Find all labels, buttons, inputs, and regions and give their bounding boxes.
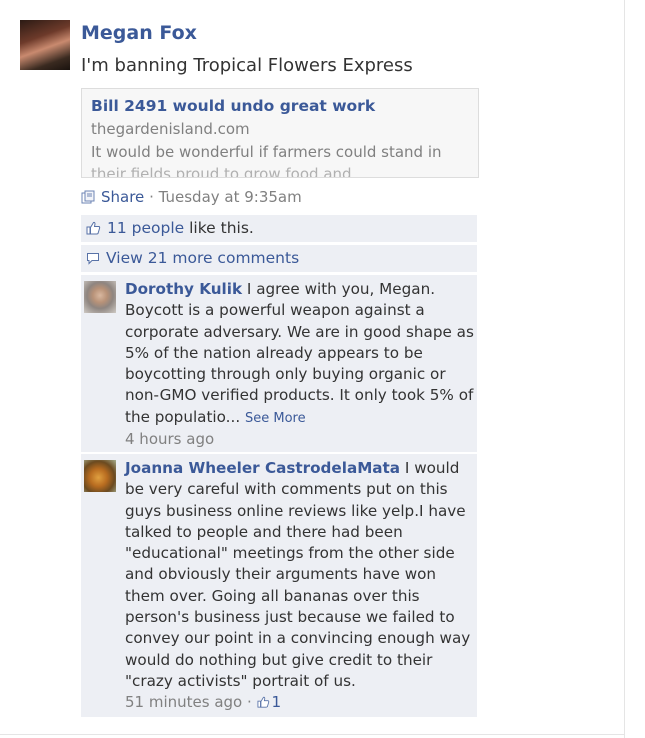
- author-avatar[interactable]: [20, 20, 70, 70]
- view-more-comments-link[interactable]: View 21 more comments: [106, 249, 299, 267]
- link-title[interactable]: Bill 2491 would undo great work: [91, 97, 375, 115]
- like-count-number[interactable]: 1: [272, 693, 282, 711]
- comment-text: I agree with you, Megan. Boycott is a po…: [125, 280, 474, 426]
- link-description: It would be wonderful if farmers could s…: [91, 143, 442, 161]
- meta-separator: ·: [242, 693, 257, 712]
- share-link[interactable]: Share: [101, 188, 144, 206]
- comment-body: Joanna Wheeler CastrodelaMata I would be…: [125, 458, 475, 714]
- commenter-name[interactable]: Joanna Wheeler CastrodelaMata: [125, 459, 400, 477]
- thumbs-up-icon: [257, 697, 269, 708]
- link-description-cut: their fields proud to grow food and: [91, 165, 352, 178]
- comment-text: I would be very careful with comments pu…: [125, 459, 471, 690]
- commenter-avatar[interactable]: [84, 460, 116, 492]
- meta-separator: ·: [144, 188, 159, 206]
- bottom-divider: [0, 734, 624, 735]
- comment-item: Joanna Wheeler CastrodelaMata I would be…: [81, 453, 477, 717]
- post-meta: Share · Tuesday at 9:35am: [81, 188, 302, 208]
- comment-like-count[interactable]: 1: [257, 693, 282, 711]
- comment-item: Dorothy Kulik I agree with you, Megan. B…: [81, 274, 477, 452]
- likes-suffix: like this.: [184, 219, 254, 237]
- comment-timestamp[interactable]: 51 minutes ago: [125, 693, 242, 711]
- view-comments-row[interactable]: View 21 more comments: [81, 245, 477, 272]
- likes-row: 11 people like this.: [81, 215, 477, 242]
- commenter-name[interactable]: Dorothy Kulik: [125, 280, 242, 298]
- thumbs-up-icon: [86, 221, 101, 239]
- comment-bubble-icon: [86, 251, 100, 269]
- see-more-link[interactable]: See More: [245, 411, 306, 426]
- likes-people-link[interactable]: 11 people: [107, 219, 184, 237]
- share-icon[interactable]: [81, 190, 95, 208]
- shared-link-card[interactable]: Bill 2491 would undo great work thegarde…: [81, 88, 479, 178]
- comment-timestamp[interactable]: 4 hours ago: [125, 430, 214, 448]
- post-status-text: I'm banning Tropical Flowers Express: [81, 55, 413, 76]
- post-author-name[interactable]: Megan Fox: [81, 22, 197, 44]
- link-domain: thegardenisland.com: [91, 120, 250, 138]
- comment-body: Dorothy Kulik I agree with you, Megan. B…: [125, 279, 475, 450]
- right-column-divider: [624, 0, 625, 738]
- commenter-avatar[interactable]: [84, 281, 116, 313]
- post-timestamp[interactable]: Tuesday at 9:35am: [159, 188, 302, 206]
